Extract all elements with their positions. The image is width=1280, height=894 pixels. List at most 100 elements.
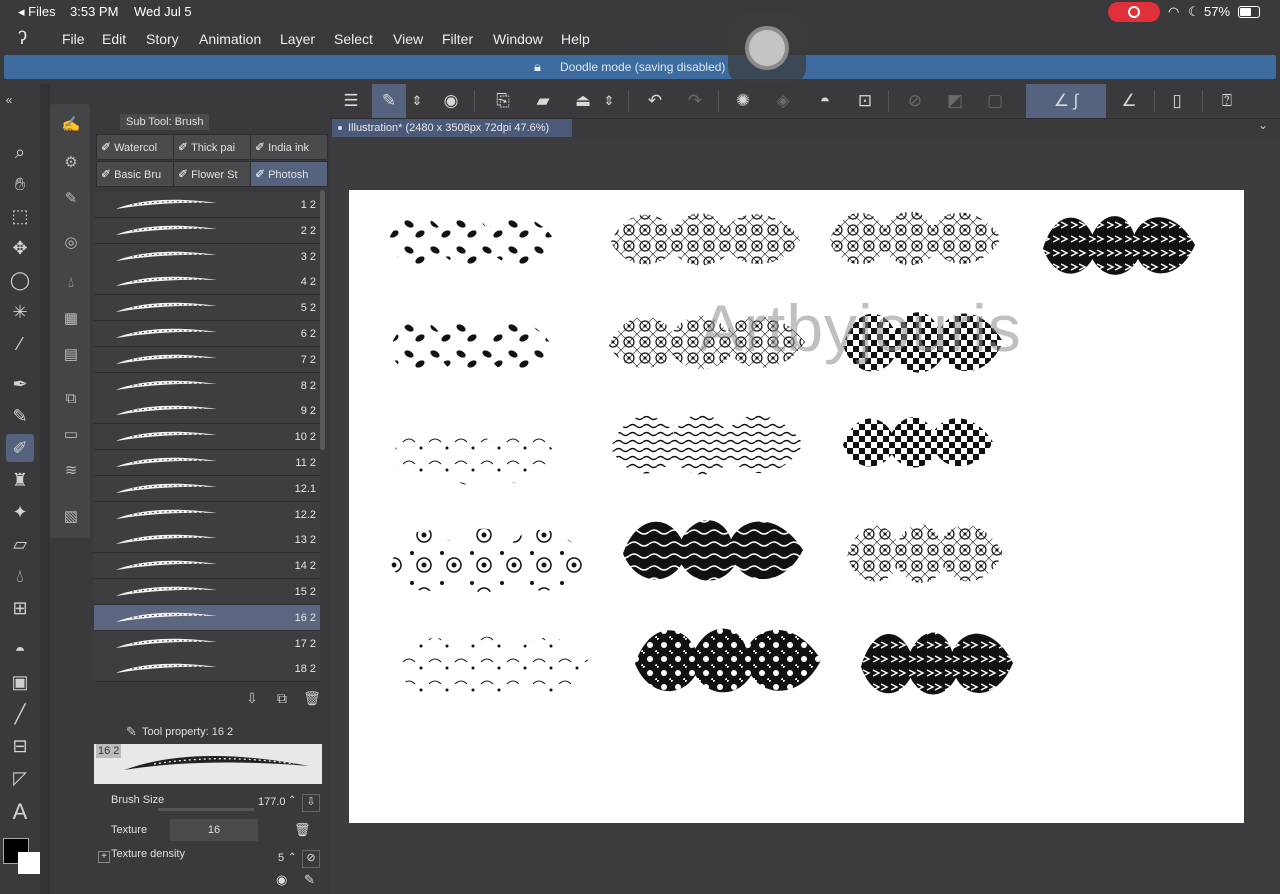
texture-clear-icon[interactable]: 🗑︎ [294, 822, 311, 838]
open-folder-icon[interactable]: ▰ [528, 84, 558, 118]
texture-density-row[interactable]: + Texture density 5 ⌃ ⊘ [92, 846, 328, 868]
assistive-touch-button[interactable] [728, 12, 806, 84]
zoom-tool-icon[interactable]: ⌕ [6, 138, 34, 166]
fill-icon[interactable]: ◓ [810, 84, 840, 118]
brush-list-scrollbar[interactable] [320, 190, 325, 450]
undo-icon[interactable]: ↶ [640, 84, 670, 118]
brush-item[interactable]: 9 2 [94, 398, 320, 425]
brush-item[interactable]: 7 2 [94, 346, 320, 373]
menu-file[interactable]: File [62, 31, 85, 47]
brush-item[interactable]: 12.2 [94, 501, 320, 528]
size-menu-icon[interactable]: ⇩ [302, 794, 320, 812]
magic-wand-icon[interactable]: ✳ [6, 298, 34, 326]
settings-wrench-icon[interactable]: ✎ [304, 872, 315, 888]
help-property-icon[interactable]: ◉ [276, 872, 287, 888]
brush-item[interactable]: 10 2 [94, 424, 320, 451]
gradient-tool-icon[interactable]: ▣ [6, 668, 34, 696]
texture-value[interactable]: 16 [170, 819, 258, 841]
loading-icon[interactable]: ✺ [728, 84, 758, 118]
frame-tool-icon[interactable]: ⊟ [6, 732, 34, 760]
menu-edit[interactable]: Edit [102, 31, 126, 47]
blend-tool-icon[interactable]: 💧︎ [6, 562, 34, 590]
layers-icon[interactable]: ≋ [58, 458, 84, 484]
ruler-icon[interactable]: ∠ [1114, 84, 1144, 118]
brush-size-row[interactable]: Brush Size 177.0 ⌃ ⇩ [92, 792, 328, 814]
brush-item[interactable]: 13 2 [94, 527, 320, 554]
spiral-icon[interactable]: ◉ [436, 84, 466, 118]
brush-item[interactable]: 3 2 [94, 243, 320, 270]
move-tool-icon[interactable]: ✥ [6, 234, 34, 262]
document-tab[interactable]: Illustration* (2480 x 3508px 72dpi 47.6%… [332, 119, 572, 137]
subtool-settings-icon[interactable]: ⚙ [58, 150, 84, 176]
eyedropper-icon[interactable]: ⁄ [6, 330, 34, 358]
back-to-files[interactable]: ◂ Files [18, 4, 56, 20]
brush-item[interactable]: 8 2 [94, 372, 320, 399]
save-icon[interactable]: ⏏ [568, 84, 598, 118]
collapse-left-icon[interactable]: « [2, 86, 16, 114]
object-tool-icon[interactable]: ⬚ [6, 202, 34, 230]
texture-density-value[interactable]: 5 [278, 852, 284, 864]
sub-color-swatch[interactable] [18, 852, 40, 874]
app-logo-icon[interactable]: ʔ [18, 28, 27, 49]
chevron-updown-icon[interactable]: ⇕ [408, 84, 426, 118]
eraser-tool-icon[interactable]: ▱ [6, 530, 34, 558]
brush-item[interactable]: 14 2 [94, 553, 320, 580]
menu-window[interactable]: Window [493, 31, 543, 47]
pencil-tool-icon[interactable]: ✎ [6, 402, 34, 430]
brush-size-slider[interactable] [158, 808, 254, 811]
history-icon[interactable]: ▧ [58, 504, 84, 530]
duplicate-icon[interactable]: ⧉ [272, 690, 292, 710]
subtool-brush-icon[interactable]: ✎ [58, 186, 84, 212]
trash-icon[interactable]: 🗑︎ [302, 690, 322, 710]
tab-india-ink[interactable]: ✐ India ink [250, 134, 328, 160]
brush-item[interactable]: 15 2 [94, 579, 320, 605]
tab-photoshop[interactable]: ✐ Photosh [250, 161, 328, 187]
navigator-icon[interactable]: ▭ [58, 422, 84, 448]
new-file-icon[interactable]: ⎘ [488, 84, 518, 118]
brush-item[interactable]: 6 2 [94, 321, 320, 347]
brush-size-value[interactable]: 177.0 [258, 796, 286, 808]
menu-animation[interactable]: Animation [199, 31, 261, 47]
brush-tool-icon[interactable]: ✐ [6, 434, 34, 462]
color-circle-icon[interactable]: ◎ [58, 230, 84, 256]
hamburger-menu-icon[interactable]: ☰ [336, 84, 366, 118]
help-icon[interactable]: ⍰ [1212, 84, 1242, 118]
menu-view[interactable]: View [393, 31, 423, 47]
menu-help[interactable]: Help [561, 31, 590, 47]
panel-divider[interactable] [40, 84, 50, 894]
brush-item[interactable]: 12.1 [94, 475, 320, 502]
brush-item[interactable]: 18 2 [94, 656, 320, 683]
chevron-down-icon[interactable]: ⌄ [1258, 118, 1268, 132]
expand-icon[interactable]: + [98, 851, 110, 863]
tab-watercolor[interactable]: ✐ Watercol [96, 134, 174, 160]
tab-flower-stamp[interactable]: ✐ Flower St [173, 161, 251, 187]
tab-basic-brush[interactable]: ✐ Basic Bru [96, 161, 174, 187]
lasso-tool-icon[interactable]: ◯ [6, 266, 34, 294]
subtool-pen-icon[interactable]: ✍ [58, 112, 84, 138]
brush-item[interactable]: 5 2 [94, 295, 320, 322]
airbrush-tool-icon[interactable]: ♜ [6, 466, 34, 494]
decoration-tool-icon[interactable]: ✦ [6, 498, 34, 526]
screen-record-icon[interactable] [1108, 2, 1160, 22]
density-menu-icon[interactable]: ⊘ [302, 850, 320, 868]
menu-select[interactable]: Select [334, 31, 373, 47]
snap-toggle-group[interactable]: ∠ ∫ [1026, 84, 1106, 118]
brush-item[interactable]: 4 2 [94, 269, 320, 296]
drops-icon[interactable]: 💧︎ [58, 270, 84, 296]
pen-tool-icon[interactable]: ✒︎ [6, 370, 34, 398]
text-tool-icon[interactable]: A [6, 798, 34, 826]
brush-item[interactable]: 16 2 [94, 604, 320, 631]
grid-tool-icon[interactable]: ⊞ [6, 594, 34, 622]
import-icon[interactable]: ⇩ [242, 690, 262, 710]
brush-item[interactable]: 1 2 [94, 192, 320, 218]
hand-tool-icon[interactable]: ✋︎ [6, 170, 34, 198]
material-icon[interactable]: ▦ [58, 306, 84, 332]
stepper-icon[interactable]: ⌃ [288, 795, 296, 806]
menu-filter[interactable]: Filter [442, 31, 473, 47]
line-tool-icon[interactable]: ╱ [6, 700, 34, 728]
device-icon[interactable]: ▯ [1162, 84, 1192, 118]
brush-item[interactable]: 11 2 [94, 450, 320, 476]
tab-thick-paint[interactable]: ✐ Thick pai [173, 134, 251, 160]
edit-canvas-icon[interactable]: ✎ [372, 84, 406, 118]
layers-stack-icon[interactable]: ⧉ [58, 386, 84, 412]
